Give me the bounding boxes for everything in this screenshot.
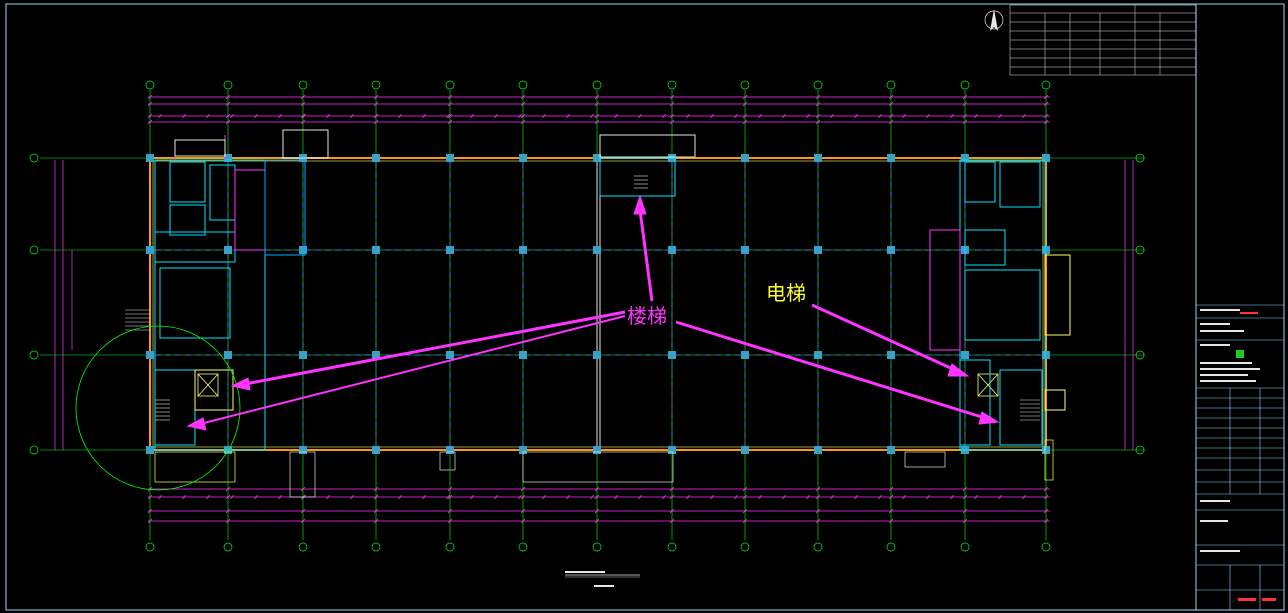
column-icon [372,446,380,454]
column-icon [224,351,232,359]
column-icon [741,351,749,359]
column-icon [668,246,676,254]
column-icon [519,154,527,162]
column-icon [446,351,454,359]
column-icon [1042,246,1050,254]
axis-bubble-icon [518,80,528,90]
column-icon [814,446,822,454]
axis-bubble-icon [960,80,970,90]
stair-icon [125,175,1040,421]
axis-bubble-icon [518,542,528,552]
column-icon [668,351,676,359]
column-icon [741,446,749,454]
column-icon [741,154,749,162]
axis-bubble-icon [223,542,233,552]
axis-bubble-icon [813,80,823,90]
column-icon [814,246,822,254]
columns [146,154,1050,454]
column-icon [446,246,454,254]
column-icon [372,246,380,254]
column-icon [887,446,895,454]
column-icon [593,246,601,254]
column-icon [519,246,527,254]
column-icon [887,351,895,359]
axis-bubble-icon [813,542,823,552]
column-icon [593,446,601,454]
column-icon [146,351,154,359]
axis-bubble-icon [145,542,155,552]
bottom-appendages [154,439,1054,498]
column-icon [961,154,969,162]
annotation-arrows [186,194,1000,431]
axis-bubble-icon [445,80,455,90]
column-icon [446,154,454,162]
column-icon [1042,154,1050,162]
axis-bubble-icon [298,80,308,90]
axis-bubble-icon [29,245,39,255]
column-icon [668,446,676,454]
column-icon [446,446,454,454]
axis-bubble-icon [1041,80,1051,90]
axis-bubble-icon [592,542,602,552]
column-icon [372,154,380,162]
axis-bubble-icon [145,80,155,90]
grid-dashes [155,162,1043,446]
axis-bubble-icon [223,80,233,90]
column-icon [814,351,822,359]
axis-bubble-icon [592,80,602,90]
axis-bubble-icon [29,445,39,455]
axis-bubble-icon [298,542,308,552]
north-arrow-icon [984,9,1004,31]
axis-bubble-icon [371,542,381,552]
axis-bubble-icon [667,542,677,552]
column-icon [519,351,527,359]
column-icon [1042,351,1050,359]
axis-bubble-icon [886,80,896,90]
middle-stair-block [282,129,696,197]
column-icon [299,246,307,254]
column-icon [146,246,154,254]
info-table [1009,4,1197,76]
axis-bubble-icon [960,542,970,552]
axis-bubble-icon [740,542,750,552]
column-icon [146,154,154,162]
column-icon [961,351,969,359]
axis-bubble-icon [1041,542,1051,552]
drawing-title-mark [565,571,640,587]
building-outline [149,157,1047,451]
column-icon [593,351,601,359]
column-icon [741,246,749,254]
axis-bubble-icon [371,80,381,90]
column-icon [146,446,154,454]
column-icon [887,246,895,254]
axis-bubble-icon [29,350,39,360]
column-icon [887,154,895,162]
elevator-label: 电梯 [766,281,806,305]
axis-bubble-icon [740,80,750,90]
axis-bubble-icon [886,542,896,552]
stair-label: 楼梯 [627,304,667,328]
column-icon [814,154,822,162]
column-icon [299,446,307,454]
column-icon [299,351,307,359]
column-icon [224,246,232,254]
axis-bubble-icon [29,153,39,163]
axis-bubble-icon [667,80,677,90]
axis-bubble-icon [445,542,455,552]
title-block-marks [1200,309,1276,601]
